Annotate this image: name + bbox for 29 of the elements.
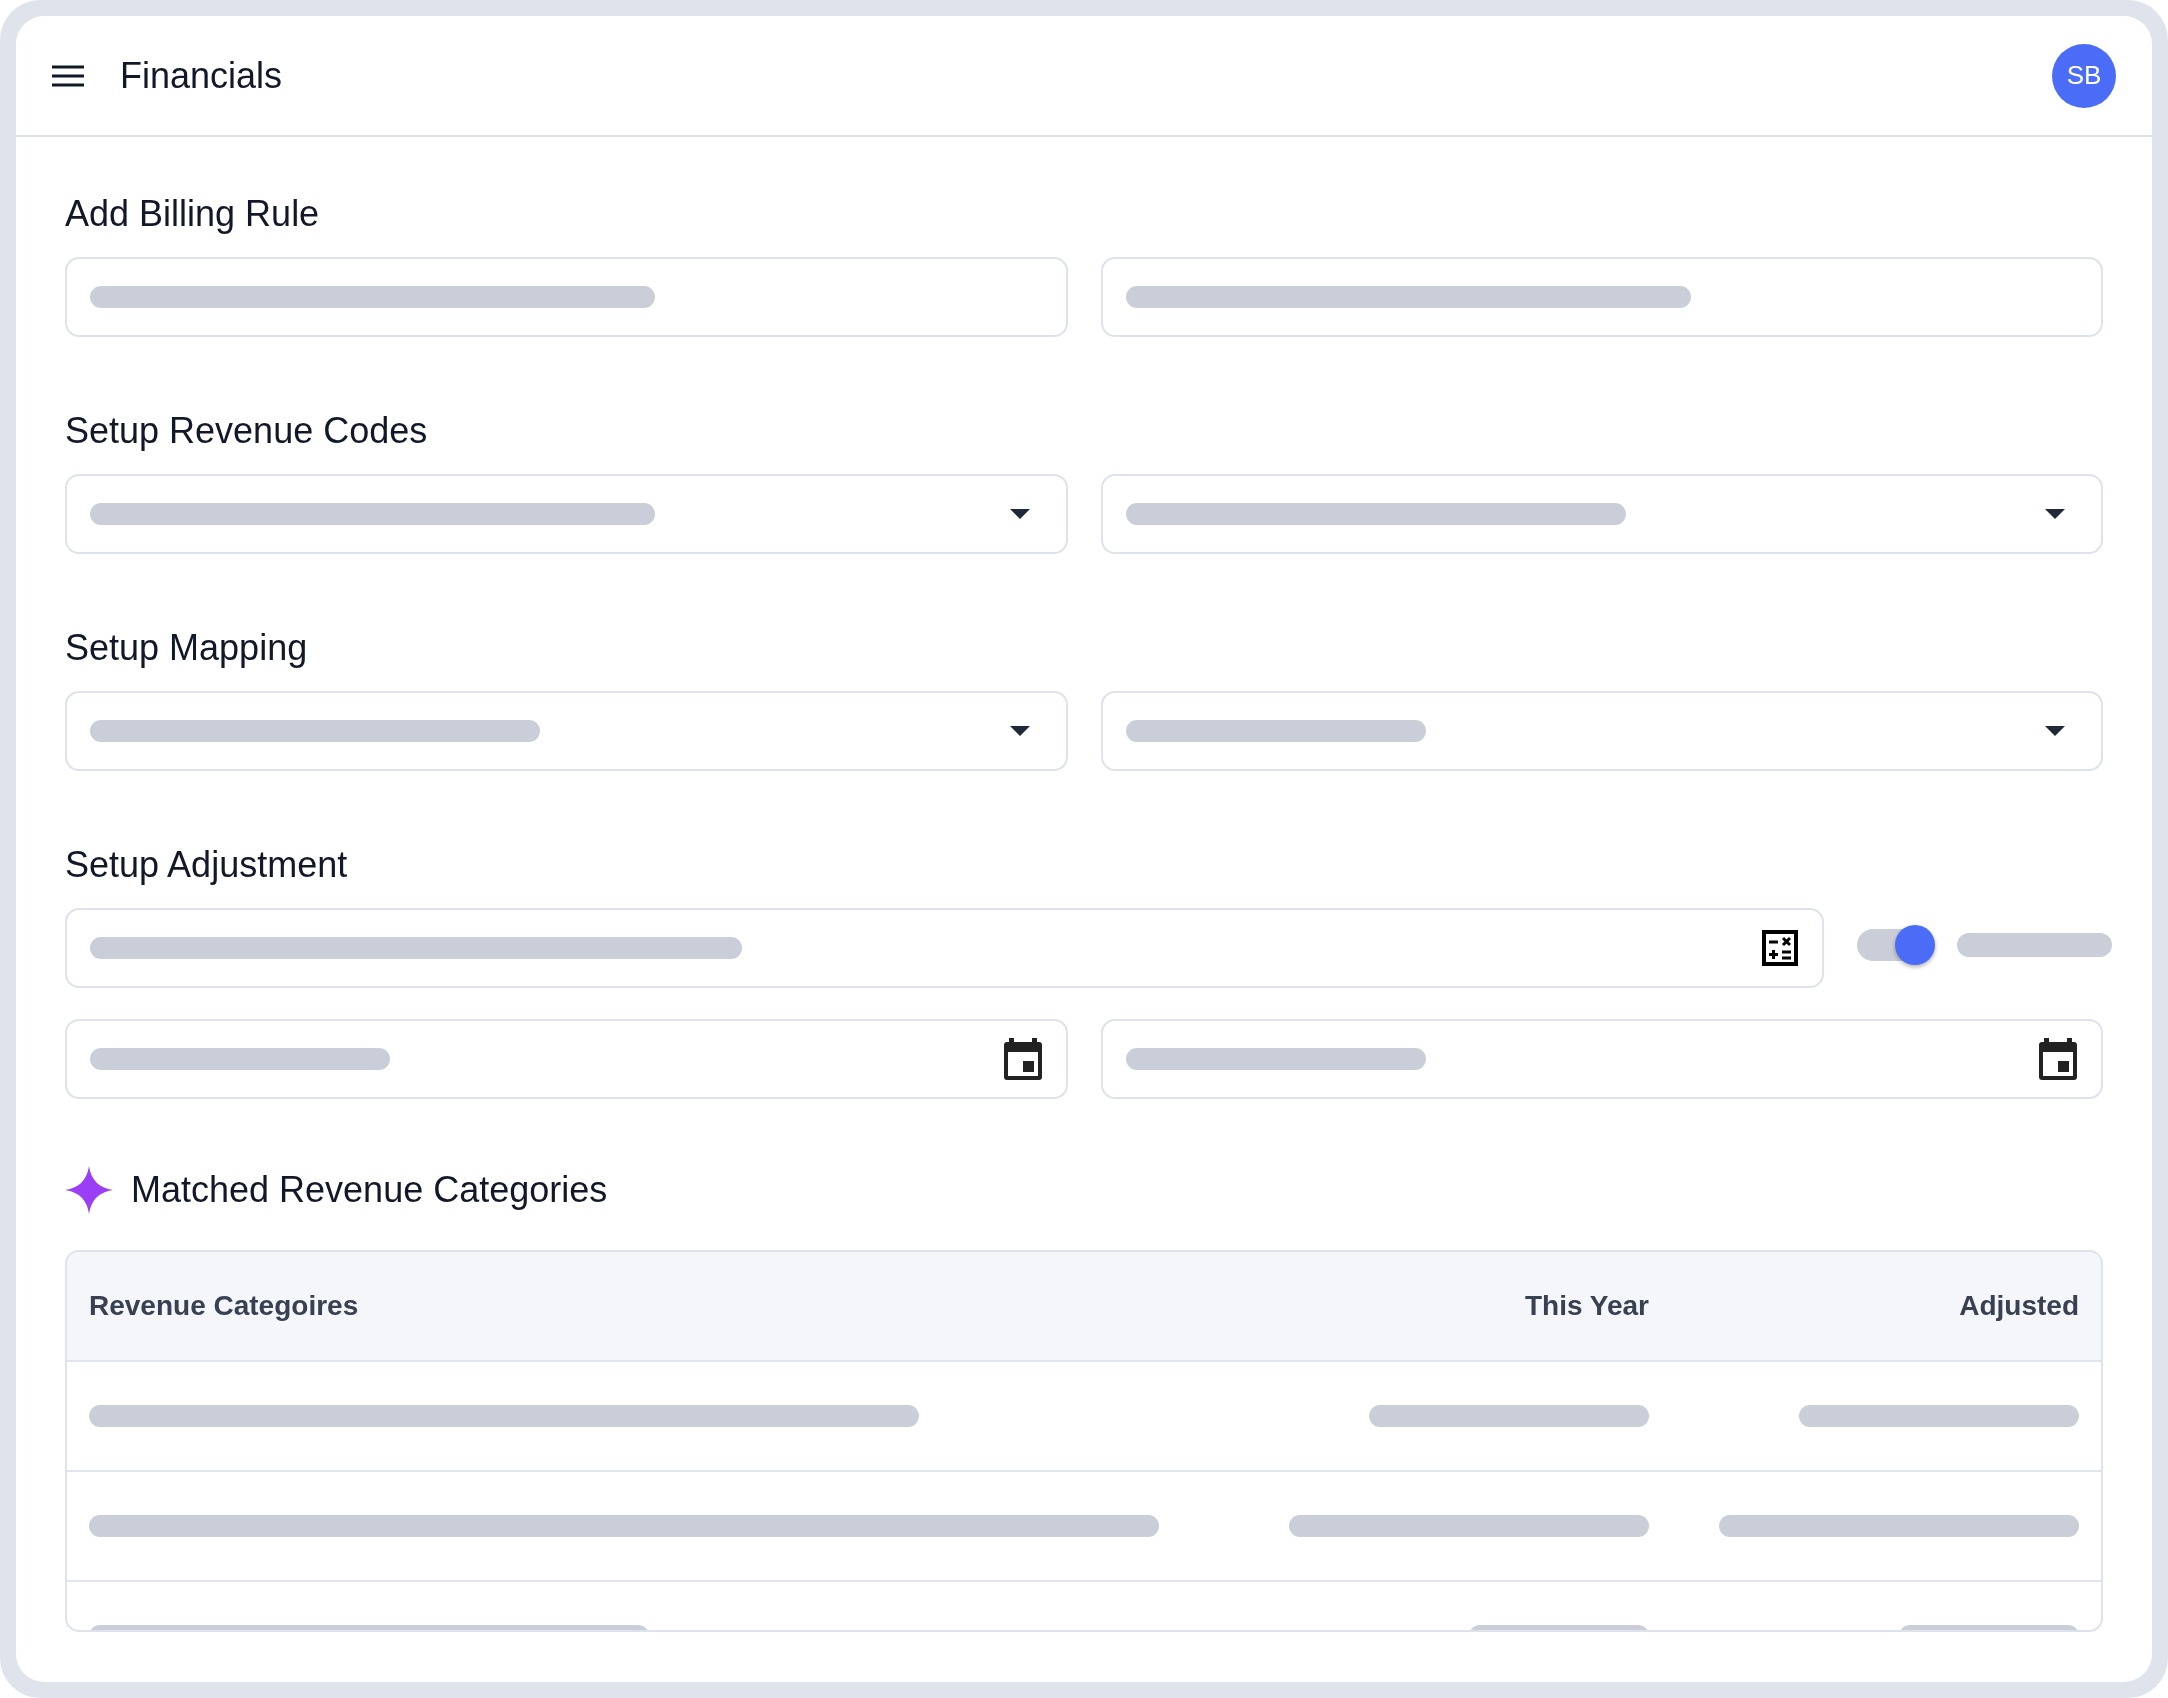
sparkle-icon <box>65 1166 113 1214</box>
caret-icon <box>1009 726 1030 736</box>
date-field[interactable] <box>1100 1019 2103 1099</box>
section-title: Matched Revenue Categories <box>131 1169 608 1211</box>
dropdown-field[interactable] <box>65 474 1068 554</box>
user-avatar[interactable]: SB <box>2052 43 2116 108</box>
caret-icon <box>2045 726 2065 736</box>
toggle-thumb[interactable] <box>1895 925 1935 965</box>
calculator-icon <box>1762 930 1798 966</box>
dropdown-field[interactable] <box>1100 691 2103 771</box>
section-title: Setup Mapping <box>65 626 309 670</box>
calculator-field[interactable] <box>65 908 1824 988</box>
column-header: Adjusted <box>1958 1290 2079 1322</box>
column-header: Revenue Categoires <box>89 1290 360 1322</box>
section-title: Add Billing Rule <box>65 192 321 236</box>
section-title: Setup Adjustment <box>65 843 349 887</box>
calendar-icon[interactable] <box>2039 1038 2077 1080</box>
section-title: Setup Revenue Codes <box>65 409 429 453</box>
text-field[interactable] <box>1100 257 2103 337</box>
date-field[interactable] <box>65 1019 1068 1099</box>
caret-icon <box>1009 509 1030 519</box>
caret-icon <box>2045 509 2065 519</box>
text-field[interactable] <box>65 257 1068 337</box>
calendar-icon[interactable] <box>1003 1038 1042 1080</box>
menu-icon[interactable] <box>52 64 84 87</box>
dropdown-field[interactable] <box>1100 474 2103 554</box>
page-title: Financials <box>120 54 284 97</box>
column-header: This Year <box>1524 1290 1649 1322</box>
dropdown-field[interactable] <box>65 691 1068 771</box>
